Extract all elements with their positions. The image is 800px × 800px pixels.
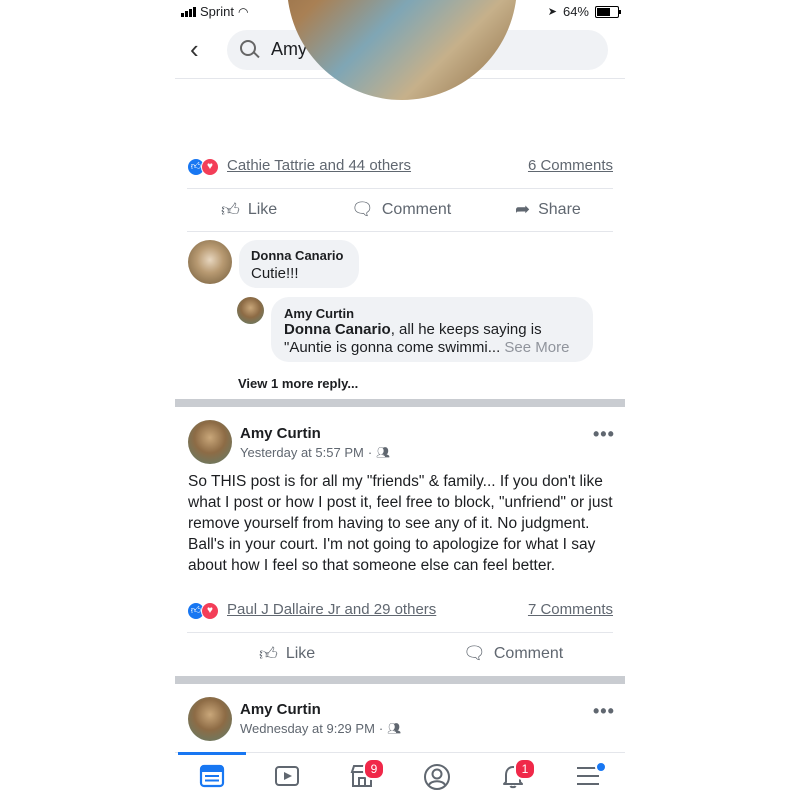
nav-notifications[interactable]: 1: [498, 758, 536, 793]
post-meta: Wednesday at 9:29 PM · 👥︎: [240, 721, 401, 736]
comment-label: Comment: [381, 200, 452, 218]
post-options-button[interactable]: •••: [593, 701, 615, 722]
location-icon: ➤: [547, 6, 557, 18]
reply-mention[interactable]: Donna Canario: [284, 321, 391, 338]
comment-button[interactable]: 🗨︎ Comment: [463, 643, 563, 664]
post-author[interactable]: Amy Curtin: [240, 701, 321, 718]
comments-count-link[interactable]: 6 Comments: [528, 157, 613, 174]
marketplace-badge: 9: [363, 758, 385, 780]
comment-text: Cutie!!!: [251, 265, 299, 282]
phone-screen: Sprint ◠ 10:01 PM ➤ 64% ‹ Amy Curtin 👍︎ …: [175, 0, 625, 800]
love-reaction-icon: ♥: [201, 158, 219, 176]
nav-news-feed[interactable]: [197, 763, 227, 793]
reactions-row: 👍︎ ♥ Cathie Tattrie and 44 others 6 Comm…: [187, 156, 613, 178]
view-more-replies[interactable]: View 1 more reply...: [238, 376, 358, 391]
feed-separator: [175, 399, 625, 407]
like-label: Like: [247, 201, 278, 218]
nav-menu[interactable]: [573, 761, 607, 793]
like-button[interactable]: 👍︎ Like: [221, 199, 277, 221]
post-photo[interactable]: [287, 0, 517, 100]
like-label: Like: [285, 645, 316, 662]
bottom-nav: 9 1: [175, 752, 625, 800]
divider: [187, 188, 613, 189]
active-tab-indicator: [178, 752, 246, 755]
divider: [187, 632, 613, 633]
menu-indicator-dot: [595, 761, 607, 773]
reactions-row: 👍︎ ♥ Paul J Dallaire Jr and 29 others 7 …: [187, 600, 613, 622]
nav-marketplace[interactable]: 9: [347, 758, 385, 793]
share-button[interactable]: ➦ Share: [515, 199, 581, 220]
share-label: Share: [538, 200, 581, 218]
post-time[interactable]: Yesterday at 5:57 PM: [240, 445, 364, 460]
comments-count-link[interactable]: 7 Comments: [528, 601, 613, 618]
comment-button[interactable]: 🗨︎ Comment: [351, 199, 451, 220]
battery-percent: 64%: [562, 4, 589, 19]
comment-bubble: Donna Canario Cutie!!!: [239, 240, 359, 288]
love-reaction-icon: ♥: [201, 602, 219, 620]
post-options-button[interactable]: •••: [593, 424, 615, 445]
back-button[interactable]: ‹: [190, 36, 212, 64]
reply-bubble: Amy Curtin Donna Canario, all he keeps s…: [271, 297, 593, 362]
avatar[interactable]: [188, 420, 232, 464]
like-button[interactable]: 👍︎ Like: [259, 643, 315, 665]
friends-icon: 👥︎: [376, 447, 391, 459]
avatar[interactable]: [237, 297, 264, 324]
reply-text-line-2: "Auntie is gonna come swimmi... See More: [284, 339, 569, 356]
reply-author[interactable]: Amy Curtin: [284, 306, 354, 321]
reactions-link[interactable]: Cathie Tattrie and 44 others: [227, 157, 411, 174]
comment-icon: 🗨︎: [463, 643, 486, 663]
comment-label: Comment: [493, 644, 564, 662]
reply-text: , all he keeps saying is: [390, 321, 542, 338]
meta-dot: ·: [378, 721, 384, 736]
search-icon: [240, 40, 256, 56]
post-meta: Yesterday at 5:57 PM · 👥︎: [240, 445, 390, 460]
share-icon: ➦: [515, 199, 531, 219]
battery-icon: [595, 5, 621, 18]
avatar[interactable]: [188, 697, 232, 741]
divider: [187, 231, 613, 232]
comment-icon: 🗨︎: [351, 199, 374, 219]
thumbs-up-icon: 👍︎: [221, 200, 240, 220]
post-text: So THIS post is for all my "friends" & f…: [188, 473, 613, 574]
reply-text-line-1: Donna Canario, all he keeps saying is: [284, 321, 542, 338]
nav-watch[interactable]: [272, 763, 302, 793]
thumbs-up-icon: 👍︎: [259, 644, 278, 664]
feed-separator: [175, 676, 625, 684]
right-status: ➤ 64%: [547, 4, 621, 19]
profile-icon: [424, 764, 450, 790]
battery-fill: [597, 7, 610, 16]
meta-dot: ·: [367, 445, 373, 460]
comment-author[interactable]: Donna Canario: [251, 248, 343, 263]
reactions-link[interactable]: Paul J Dallaire Jr and 29 others: [227, 601, 436, 618]
post-time[interactable]: Wednesday at 9:29 PM: [240, 721, 375, 736]
video-icon: [275, 766, 299, 786]
reply-text-cont: "Auntie is gonna come swimmi...: [284, 339, 501, 356]
news-feed-icon: [199, 764, 225, 788]
notifications-badge: 1: [514, 758, 536, 780]
nav-profile[interactable]: [422, 763, 452, 793]
avatar[interactable]: [188, 240, 232, 284]
post-author[interactable]: Amy Curtin: [240, 425, 321, 442]
see-more-link[interactable]: See More: [504, 339, 569, 356]
friends-icon: 👥︎: [387, 723, 402, 735]
